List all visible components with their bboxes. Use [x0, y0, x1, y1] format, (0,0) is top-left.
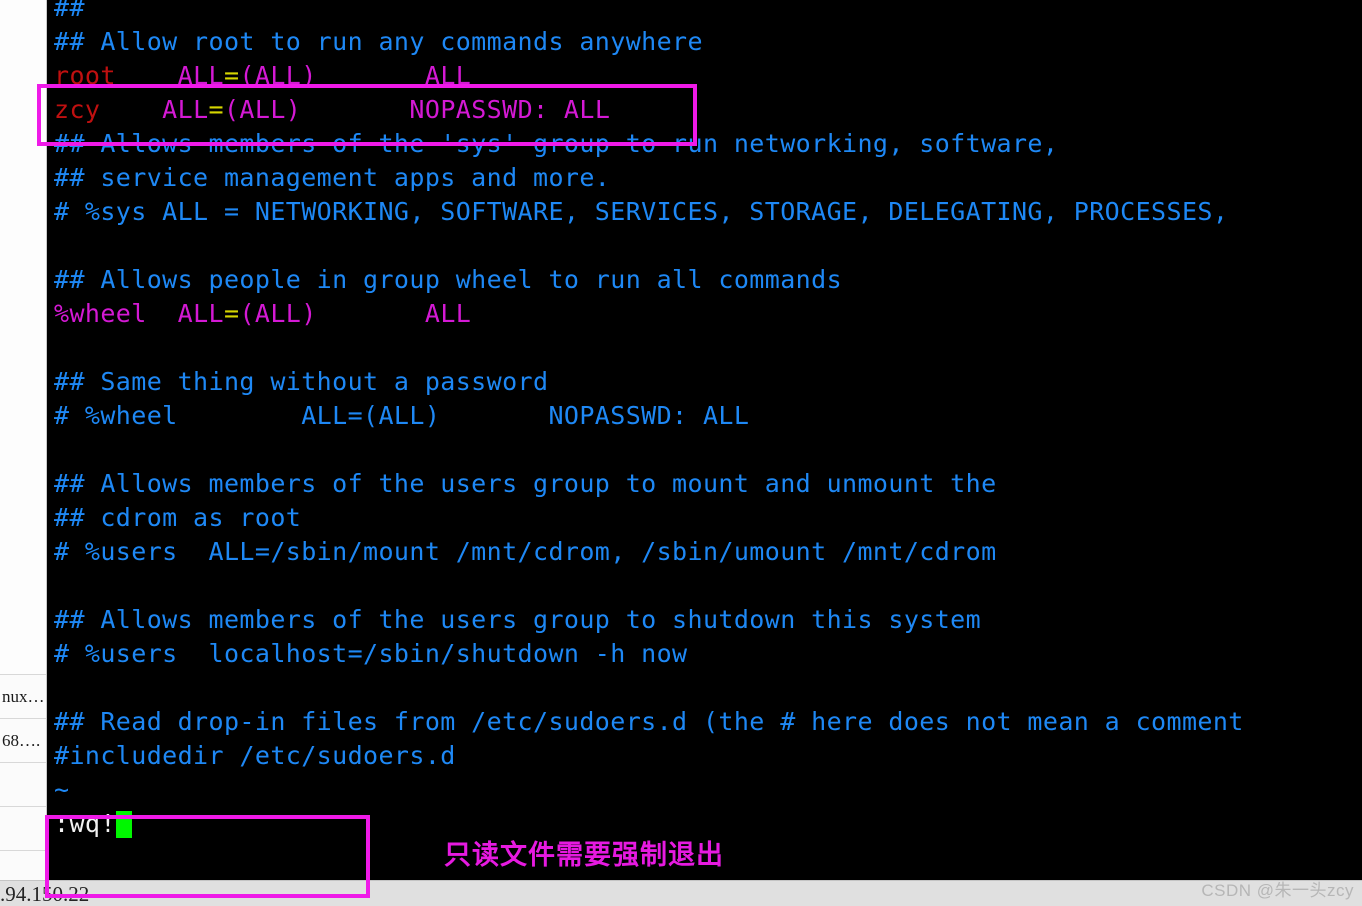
editor-line: # %sys ALL = NETWORKING, SOFTWARE, SERVI… — [54, 195, 1362, 229]
editor-token: ~ — [54, 775, 70, 804]
editor-line: zcy ALL=(ALL) NOPASSWD: ALL — [54, 93, 1362, 127]
editor-token: ## Allows members of the users group to … — [54, 605, 982, 634]
editor-token: ALL — [424, 299, 472, 328]
terminal-window[interactable]: ## ## Allow root to run any commands anyw… — [47, 0, 1362, 880]
list-item[interactable]: nux… — [0, 674, 46, 718]
editor-token: ## cdrom as root — [54, 503, 302, 532]
editor-line: ## Allows members of the users group to … — [54, 603, 1362, 637]
screenshot-root: nux… 68…. .94.150.22 ## ## Allow root to … — [0, 0, 1362, 906]
editor-line: # %users ALL=/sbin/mount /mnt/cdrom, /sb… — [54, 535, 1362, 569]
editor-token: = — [223, 61, 240, 90]
editor-token: = — [208, 95, 224, 124]
editor-token — [317, 299, 425, 328]
text-cursor — [115, 811, 132, 838]
editor-token: # %sys ALL = NETWORKING, SOFTWARE, SERVI… — [54, 197, 1229, 226]
vim-command-text: :wq! — [54, 809, 116, 838]
editor-token: ## Allows people in group wheel to run a… — [54, 265, 843, 294]
editor-token — [147, 299, 178, 328]
editor-token: zcy — [54, 95, 101, 124]
editor-token: ## Same thing without a password — [54, 367, 549, 396]
editor-line: ## Same thing without a password — [54, 365, 1362, 399]
list-item[interactable] — [0, 762, 46, 806]
editor-line: # %wheel ALL=(ALL) NOPASSWD: ALL — [54, 399, 1362, 433]
editor-text-area[interactable]: ## ## Allow root to run any commands anyw… — [54, 0, 1362, 841]
editor-token: # %users localhost=/sbin/shutdown -h now — [54, 639, 688, 668]
editor-token: ## Allows members of the users group to … — [54, 469, 997, 498]
watermark: CSDN @朱一头zcy — [1201, 881, 1354, 900]
list-item[interactable] — [0, 806, 46, 850]
editor-line: ## Allows members of the users group to … — [54, 467, 1362, 501]
editor-token: root — [54, 61, 116, 90]
editor-line: ## Allow root to run any commands anywhe… — [54, 25, 1362, 59]
editor-token — [317, 61, 425, 90]
list-item[interactable]: 68…. — [0, 718, 46, 762]
editor-line: ## Allows members of the 'sys' group to … — [54, 127, 1362, 161]
editor-token — [116, 61, 178, 90]
editor-token: ## Allows members of the 'sys' group to … — [54, 129, 1059, 158]
annotation-note-text: 只读文件需要强制退出 — [444, 840, 724, 871]
editor-line: root ALL=(ALL) ALL — [54, 59, 1362, 93]
editor-token: ALL — [162, 95, 209, 124]
editor-token: (ALL) — [223, 95, 302, 124]
editor-line: %wheel ALL=(ALL) ALL — [54, 297, 1362, 331]
editor-line: # %users localhost=/sbin/shutdown -h now — [54, 637, 1362, 671]
editor-token — [100, 95, 162, 124]
editor-token: ALL — [177, 299, 224, 328]
status-bar-address: .94.150.22 — [0, 882, 90, 906]
editor-token: = — [223, 299, 240, 328]
editor-token: ## Allow root to run any commands anywhe… — [54, 27, 703, 56]
editor-token — [301, 95, 409, 124]
editor-token: ## — [54, 0, 85, 22]
editor-line: #includedir /etc/sudoers.d — [54, 739, 1362, 773]
background-status-bar — [0, 880, 1362, 906]
background-sidebar: nux… 68…. — [0, 0, 47, 906]
background-sidebar-rows: nux… 68…. — [0, 674, 46, 906]
editor-line: ## Read drop-in files from /etc/sudoers.… — [54, 705, 1362, 739]
editor-token: #includedir /etc/sudoers.d — [54, 741, 456, 770]
editor-line: ## Allows people in group wheel to run a… — [54, 263, 1362, 297]
editor-token: ALL — [177, 61, 224, 90]
editor-token: %wheel — [54, 299, 147, 328]
editor-token: ALL — [424, 61, 472, 90]
editor-token: # %wheel ALL=(ALL) NOPASSWD: ALL — [54, 401, 750, 430]
editor-token: (ALL) — [239, 61, 317, 90]
editor-line: ~ — [54, 773, 1362, 807]
editor-token: NOPASSWD: ALL — [409, 95, 611, 124]
editor-token: # %users ALL=/sbin/mount /mnt/cdrom, /sb… — [54, 537, 997, 566]
editor-token: ## service management apps and more. — [54, 163, 611, 192]
editor-line: ## cdrom as root — [54, 501, 1362, 535]
editor-token: ## Read drop-in files from /etc/sudoers.… — [54, 707, 1244, 736]
editor-line: ## — [54, 0, 1362, 25]
editor-line: ## service management apps and more. — [54, 161, 1362, 195]
editor-token: (ALL) — [239, 299, 317, 328]
